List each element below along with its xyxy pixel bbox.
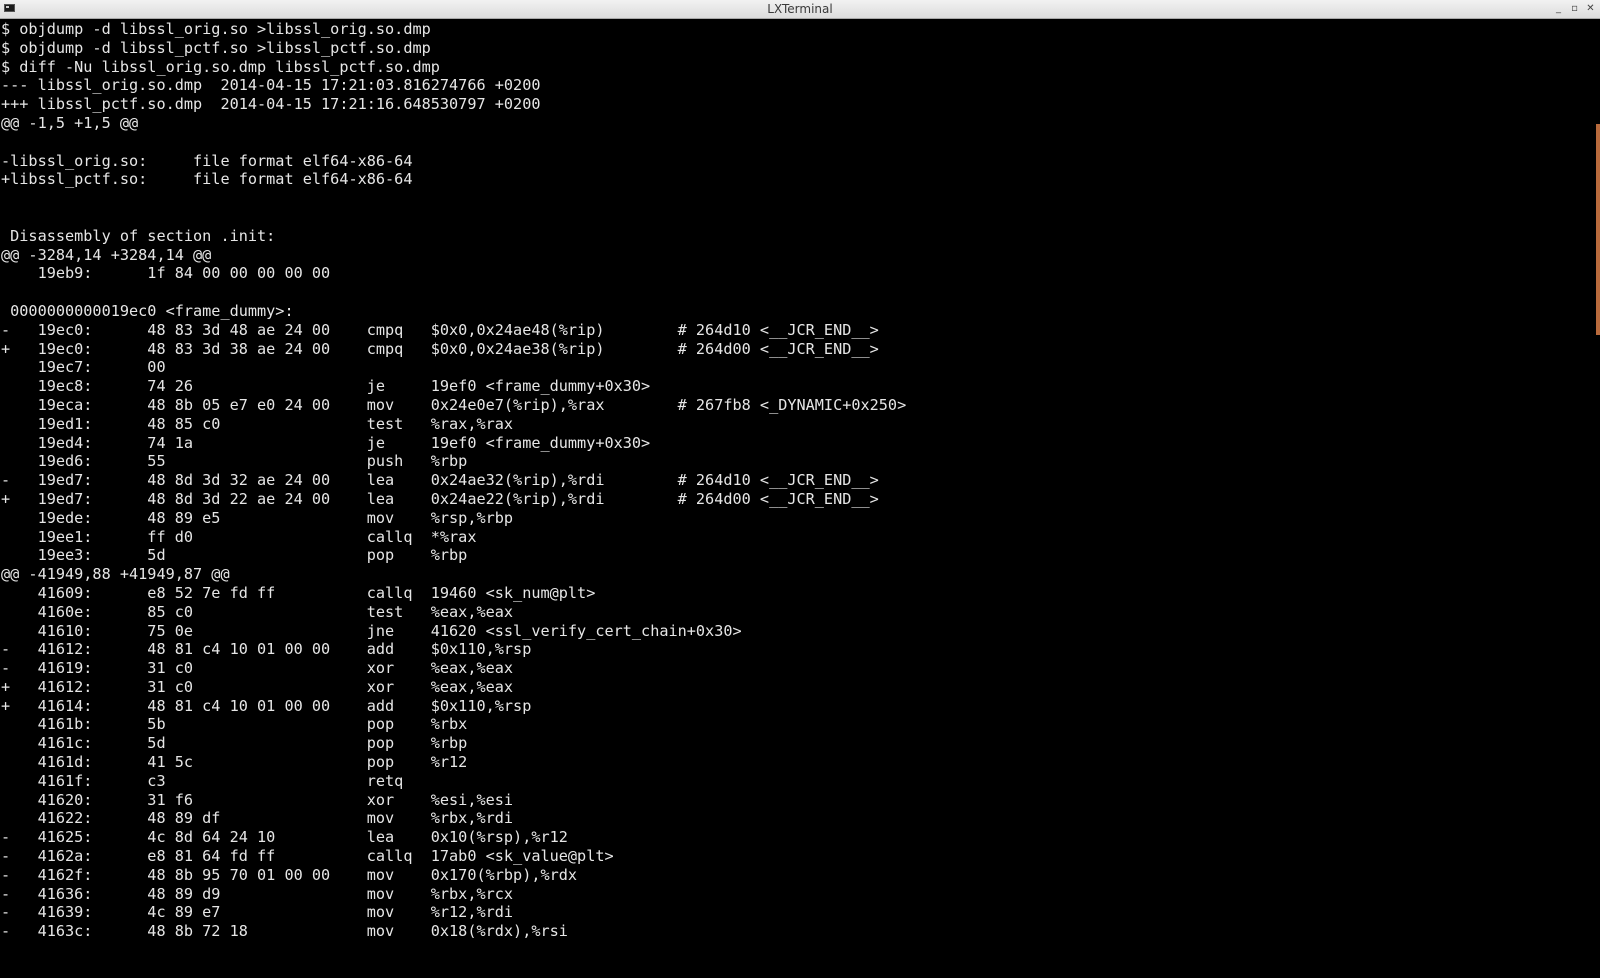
- terminal-line: 0000000000019ec0 <frame_dummy>:: [1, 301, 294, 320]
- terminal-line: - 41636: 48 89 d9 mov %rbx,%rcx: [1, 884, 514, 903]
- terminal-line: 4161c: 5d pop %rbp: [1, 734, 468, 753]
- window-title: LXTerminal: [767, 2, 833, 16]
- terminal-line: 4161b: 5b pop %rbx: [1, 715, 468, 734]
- terminal-line: $ objdump -d libssl_orig.so >libssl_orig…: [1, 20, 431, 38]
- minimize-icon[interactable]: _: [1553, 2, 1564, 16]
- terminal-line: @@ -1,5 +1,5 @@: [1, 113, 139, 132]
- terminal-line: --- libssl_orig.so.dmp 2014-04-15 17:21:…: [1, 76, 541, 95]
- terminal-line: -libssl_orig.so: file format elf64-x86-6…: [1, 151, 413, 170]
- terminal-line: - 4162a: e8 81 64 fd ff callq 17ab0 <sk_…: [1, 847, 614, 866]
- terminal-line: @@ -3284,14 +3284,14 @@: [1, 245, 212, 264]
- terminal-line: + 19ed7: 48 8d 3d 22 ae 24 00 lea 0x24ae…: [1, 489, 879, 508]
- terminal-line: $ diff -Nu libssl_orig.so.dmp libssl_pct…: [1, 57, 440, 76]
- terminal-line: 19ec8: 74 26 je 19ef0 <frame_dummy+0x30>: [1, 377, 651, 396]
- terminal-line: 41610: 75 0e jne 41620 <ssl_verify_cert_…: [1, 621, 742, 640]
- terminal-line: - 41619: 31 c0 xor %eax,%eax: [1, 659, 514, 678]
- terminal-line: - 41639: 4c 89 e7 mov %r12,%rdi: [1, 903, 514, 922]
- terminal-line: +libssl_pctf.so: file format elf64-x86-6…: [1, 170, 413, 189]
- terminal-line: 41609: e8 52 7e fd ff callq 19460 <sk_nu…: [1, 583, 596, 602]
- terminal-line: 19ec7: 00: [1, 358, 166, 377]
- terminal-output[interactable]: $ objdump -d libssl_orig.so >libssl_orig…: [0, 20, 1592, 978]
- terminal-line: - 19ed7: 48 8d 3d 32 ae 24 00 lea 0x24ae…: [1, 471, 879, 490]
- terminal-line: $ objdump -d libssl_pctf.so >libssl_pctf…: [1, 38, 431, 57]
- terminal-line: +++ libssl_pctf.so.dmp 2014-04-15 17:21:…: [1, 95, 541, 114]
- terminal-line: + 19ec0: 48 83 3d 38 ae 24 00 cmpq $0x0,…: [1, 339, 879, 358]
- terminal-line: - 19ec0: 48 83 3d 48 ae 24 00 cmpq $0x0,…: [1, 320, 879, 339]
- terminal-text: $ objdump -d libssl_orig.so >libssl_orig…: [0, 20, 1592, 941]
- terminal-line: - 41612: 48 81 c4 10 01 00 00 add $0x110…: [1, 640, 532, 659]
- scrollbar-thumb[interactable]: [1596, 124, 1600, 335]
- terminal-line: 19eb9: 1f 84 00 00 00 00 00: [1, 264, 331, 283]
- terminal-line: + 41614: 48 81 c4 10 01 00 00 add $0x110…: [1, 696, 532, 715]
- terminal-line: - 4163c: 48 8b 72 18 mov 0x18(%rdx),%rsi: [1, 922, 568, 941]
- terminal-line: - 4162f: 48 8b 95 70 01 00 00 mov 0x170(…: [1, 865, 578, 884]
- terminal-line: @@ -41949,88 +41949,87 @@: [1, 565, 230, 584]
- maximize-icon[interactable]: ▫: [1569, 2, 1580, 16]
- terminal-line: 4160e: 85 c0 test %eax,%eax: [1, 602, 514, 621]
- terminal-line: 4161f: c3 retq: [1, 771, 404, 790]
- terminal-line: 41620: 31 f6 xor %esi,%esi: [1, 790, 514, 809]
- terminal-line: 19ed1: 48 85 c0 test %rax,%rax: [1, 414, 514, 433]
- terminal-line: 19ede: 48 89 e5 mov %rsp,%rbp: [1, 508, 514, 527]
- terminal-window: LXTerminal _ ▫ ✕ $ objdump -d libssl_ori…: [0, 0, 1600, 978]
- terminal-line: 19ed6: 55 push %rbp: [1, 452, 468, 471]
- terminal-line: + 41612: 31 c0 xor %eax,%eax: [1, 677, 514, 696]
- terminal-line: 41622: 48 89 df mov %rbx,%rdi: [1, 809, 514, 828]
- terminal-line: 19ee1: ff d0 callq *%rax: [1, 527, 477, 546]
- terminal-line: 19ed4: 74 1a je 19ef0 <frame_dummy+0x30>: [1, 433, 651, 452]
- terminal-line: - 41625: 4c 8d 64 24 10 lea 0x10(%rsp),%…: [1, 828, 568, 847]
- terminal-line: Disassembly of section .init:: [1, 226, 276, 245]
- vertical-scrollbar[interactable]: [1592, 20, 1600, 978]
- terminal-line: 4161d: 41 5c pop %r12: [1, 753, 468, 772]
- terminal-line: 19eca: 48 8b 05 e7 e0 24 00 mov 0x24e0e7…: [1, 395, 907, 414]
- close-icon[interactable]: ✕: [1585, 2, 1596, 16]
- window-controls: _ ▫ ✕: [1553, 2, 1596, 16]
- terminal-line: 19ee3: 5d pop %rbp: [1, 546, 468, 565]
- title-bar[interactable]: LXTerminal _ ▫ ✕: [0, 0, 1600, 19]
